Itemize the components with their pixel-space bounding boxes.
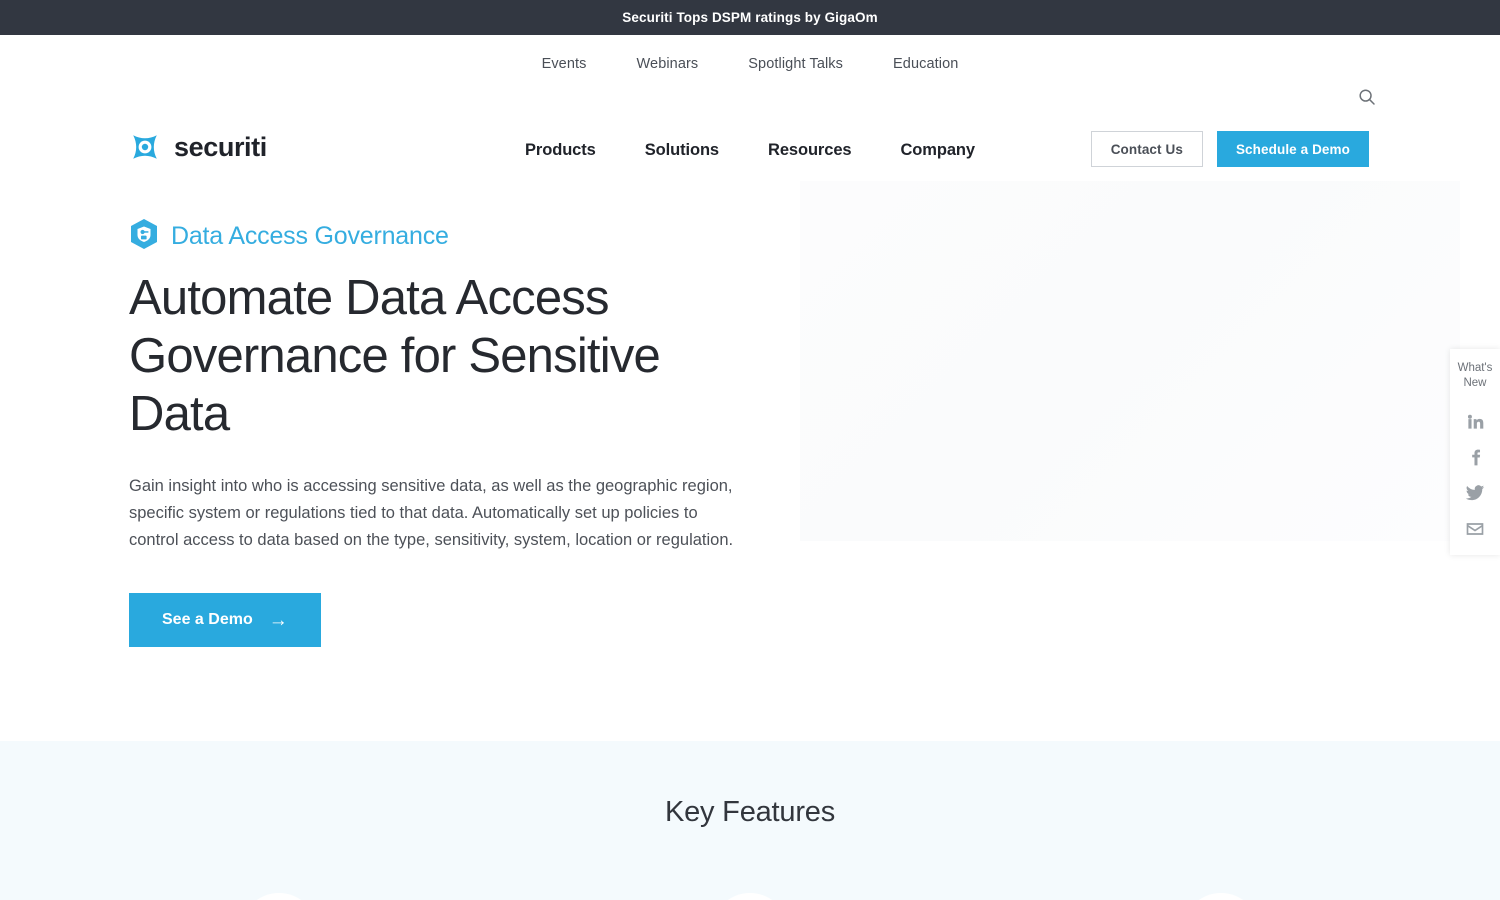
header-cta-group: Contact Us Schedule a Demo	[1090, 131, 1369, 167]
arrow-right-icon: →	[268, 609, 288, 631]
nav-item-solutions[interactable]: Solutions	[645, 141, 719, 160]
twitter-icon[interactable]	[1464, 481, 1486, 505]
linkedin-icon[interactable]	[1464, 409, 1486, 433]
hero-eyebrow-text: Data Access Governance	[171, 222, 449, 250]
feature-item[interactable]	[1182, 893, 1260, 900]
site-logo[interactable]: securiti	[129, 131, 267, 163]
key-features-title: Key Features	[664, 796, 836, 828]
key-features-section: Key Features	[0, 741, 1500, 900]
nav-item-resources[interactable]: Resources	[768, 141, 852, 160]
utility-link-spotlight-talks[interactable]: Spotlight Talks	[748, 56, 843, 72]
site-header: Events Webinars Spotlight Talks Educatio…	[0, 35, 1500, 168]
search-icon[interactable]	[1358, 88, 1378, 108]
see-a-demo-button[interactable]: See a Demo →	[129, 593, 321, 647]
nav-item-company[interactable]: Company	[900, 141, 975, 160]
hero-section: Data Access Governance Automate Data Acc…	[0, 168, 1500, 741]
hero-eyebrow: Data Access Governance	[129, 218, 769, 255]
contact-us-button[interactable]: Contact Us	[1090, 131, 1203, 167]
hero-description: Gain insight into who is accessing sensi…	[129, 477, 734, 549]
hero-content: Data Access Governance Automate Data Acc…	[129, 218, 769, 647]
feature-item[interactable]	[711, 893, 789, 900]
key-features-row	[0, 893, 1500, 900]
announcement-banner[interactable]: Securiti Tops DSPM ratings by GigaOm	[0, 0, 1500, 35]
whats-new-line-1: What's	[1457, 362, 1493, 374]
main-nav: Products Solutions Resources Company	[525, 141, 975, 160]
utility-nav: Events Webinars Spotlight Talks Educatio…	[0, 35, 1500, 72]
utility-link-education[interactable]: Education	[893, 56, 958, 72]
utility-link-events[interactable]: Events	[542, 56, 587, 72]
see-a-demo-label: See a Demo	[162, 611, 253, 628]
logo-wordmark: securiti	[174, 131, 267, 162]
whats-new-label[interactable]: What's New	[1458, 361, 1493, 391]
social-share-rail: What's New	[1450, 349, 1500, 555]
hero-image-placeholder	[800, 181, 1460, 541]
nav-item-products[interactable]: Products	[525, 141, 596, 160]
shield-lock-hexagon-icon	[129, 218, 159, 255]
securiti-logo-mark-icon	[129, 131, 161, 163]
announcement-text: Securiti Tops DSPM ratings by GigaOm	[622, 10, 878, 25]
facebook-icon[interactable]	[1464, 445, 1486, 469]
email-icon[interactable]	[1464, 517, 1486, 541]
feature-item[interactable]	[240, 893, 318, 900]
utility-link-webinars[interactable]: Webinars	[637, 56, 699, 72]
schedule-demo-button[interactable]: Schedule a Demo	[1216, 131, 1369, 167]
whats-new-line-2: New	[1463, 377, 1487, 389]
hero-title: Automate Data Access Governance for Sens…	[129, 271, 661, 441]
